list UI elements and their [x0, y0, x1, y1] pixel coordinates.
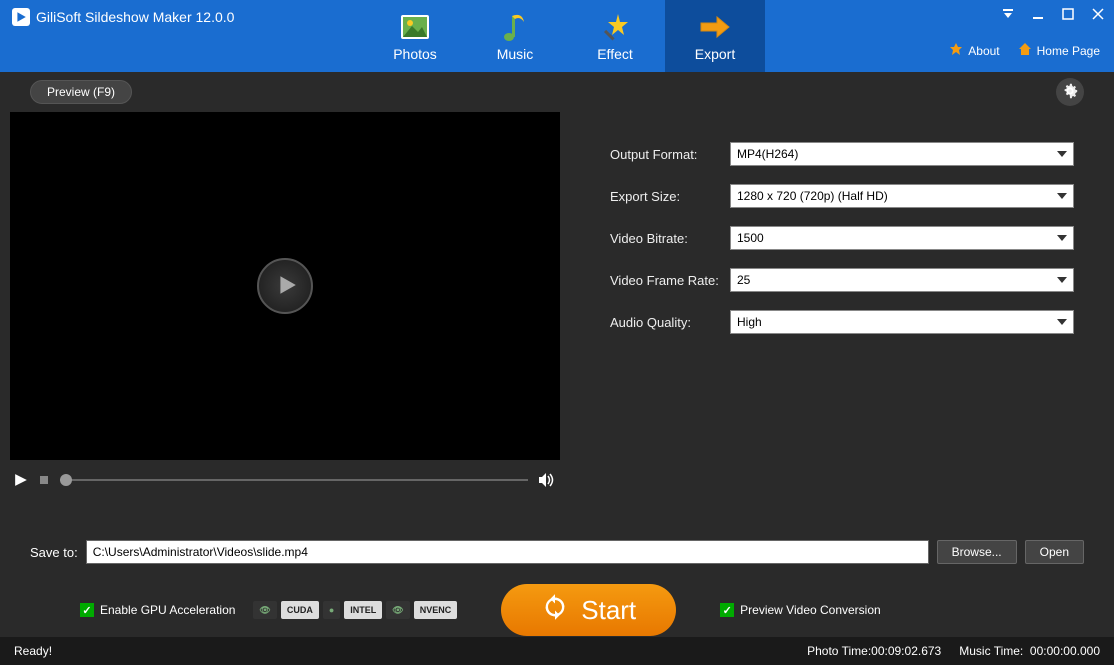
play-icon [272, 274, 298, 299]
preview-pane [10, 112, 560, 522]
status-right: Photo Time:00:09:02.673 Music Time: 00:0… [807, 644, 1100, 658]
row-output-format: Output Format: MP4(H264) [610, 142, 1074, 166]
app-title-text: GiliSoft Sildeshow Maker 12.0.0 [36, 9, 234, 25]
row-video-bitrate: Video Bitrate: 1500 [610, 226, 1074, 250]
start-label: Start [581, 595, 636, 626]
gpu-checkbox[interactable]: ✓ Enable GPU Acceleration [80, 603, 235, 617]
preview-conversion-checkbox[interactable]: ✓ Preview Video Conversion [720, 603, 881, 617]
window-controls [1000, 6, 1106, 22]
save-path-input[interactable] [86, 540, 929, 564]
tab-effect[interactable]: Effect [565, 0, 665, 72]
label-video-bitrate: Video Bitrate: [610, 231, 730, 246]
statusbar: Ready! Photo Time:00:09:02.673 Music Tim… [0, 637, 1114, 665]
app-logo-icon [12, 8, 30, 26]
preview-conv-label: Preview Video Conversion [740, 603, 881, 617]
home-link[interactable]: Home Page [1018, 42, 1100, 59]
star-icon [949, 42, 963, 59]
save-row: Save to: Browse... Open [0, 530, 1114, 574]
bottom-row: ✓ Enable GPU Acceleration 👁 CUDA ● INTEL… [0, 574, 1114, 646]
tab-export-label: Export [695, 46, 735, 62]
main-tabs: Photos Music Effect Export [365, 0, 765, 72]
row-audio-quality: Audio Quality: High [610, 310, 1074, 334]
select-output-format[interactable]: MP4(H264) [730, 142, 1074, 166]
toolbar: Preview (F9) [0, 72, 1114, 112]
tab-export[interactable]: Export [665, 0, 765, 72]
transport-play-button[interactable] [14, 473, 28, 487]
home-icon [1018, 42, 1032, 59]
select-export-size[interactable]: 1280 x 720 (720p) (Half HD) [730, 184, 1074, 208]
transport-bar [10, 460, 560, 500]
tab-music[interactable]: Music [465, 0, 565, 72]
check-icon: ✓ [80, 603, 94, 617]
badge-intel-icon: ● [323, 601, 340, 619]
badge-nvenc-icon: 👁 [386, 601, 409, 619]
label-export-size: Export Size: [610, 189, 730, 204]
dropdown-icon[interactable] [1000, 6, 1016, 22]
label-audio-quality: Audio Quality: [610, 315, 730, 330]
label-frame-rate: Video Frame Rate: [610, 273, 730, 288]
select-audio-quality[interactable]: High [730, 310, 1074, 334]
maximize-icon[interactable] [1060, 6, 1076, 22]
status-music-time: Music Time: 00:00:00.000 [959, 644, 1100, 658]
row-frame-rate: Video Frame Rate: 25 [610, 268, 1074, 292]
select-video-bitrate[interactable]: 1500 [730, 226, 1074, 250]
music-icon [499, 11, 531, 43]
gpu-label: Enable GPU Acceleration [100, 603, 235, 617]
badge-eye-icon: 👁 [253, 601, 276, 619]
export-icon [699, 11, 731, 43]
volume-button[interactable] [538, 472, 556, 488]
refresh-icon [541, 593, 569, 628]
check-icon: ✓ [720, 603, 734, 617]
close-icon[interactable] [1090, 6, 1106, 22]
gear-icon [1061, 82, 1079, 103]
badge-cuda: CUDA [281, 601, 319, 619]
export-settings: Output Format: MP4(H264) Export Size: 12… [560, 112, 1104, 522]
effect-icon [599, 11, 631, 43]
badge-intel: INTEL [344, 601, 382, 619]
content: Output Format: MP4(H264) Export Size: 12… [0, 112, 1114, 522]
titlebar: GiliSoft Sildeshow Maker 12.0.0 Photos M… [0, 0, 1114, 72]
about-label: About [968, 44, 999, 58]
app-title: GiliSoft Sildeshow Maker 12.0.0 [0, 0, 246, 34]
photos-icon [399, 11, 431, 43]
tab-photos[interactable]: Photos [365, 0, 465, 72]
save-label: Save to: [30, 545, 78, 560]
seek-thumb[interactable] [60, 474, 72, 486]
select-frame-rate[interactable]: 25 [730, 268, 1074, 292]
badge-nvenc: NVENC [414, 601, 458, 619]
tab-music-label: Music [497, 46, 534, 62]
preview-button[interactable]: Preview (F9) [30, 80, 132, 104]
status-ready: Ready! [14, 644, 52, 658]
home-label: Home Page [1037, 44, 1100, 58]
seek-bar[interactable] [60, 479, 528, 481]
header-links: About Home Page [949, 42, 1100, 59]
tab-photos-label: Photos [393, 46, 437, 62]
gpu-badges: 👁 CUDA ● INTEL 👁 NVENC [253, 601, 457, 619]
open-button[interactable]: Open [1025, 540, 1084, 564]
row-export-size: Export Size: 1280 x 720 (720p) (Half HD) [610, 184, 1074, 208]
label-output-format: Output Format: [610, 147, 730, 162]
play-button[interactable] [257, 258, 313, 314]
settings-button[interactable] [1056, 78, 1084, 106]
video-preview [10, 112, 560, 460]
browse-button[interactable]: Browse... [937, 540, 1017, 564]
transport-stop-button[interactable] [38, 474, 50, 486]
tab-effect-label: Effect [597, 46, 633, 62]
about-link[interactable]: About [949, 42, 999, 59]
start-button[interactable]: Start [501, 584, 676, 636]
status-photo-time: Photo Time:00:09:02.673 [807, 644, 941, 658]
minimize-icon[interactable] [1030, 6, 1046, 22]
